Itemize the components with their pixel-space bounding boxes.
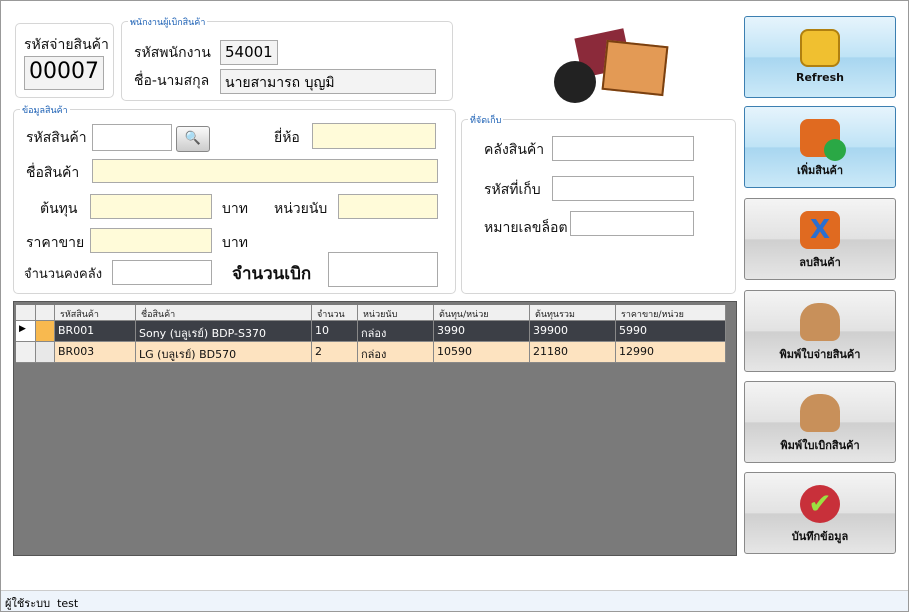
employee-name-label: ชื่อ-นามสกุล (134, 73, 210, 89)
save-button[interactable]: ✔ บันทึกข้อมูล (744, 472, 896, 554)
employee-name-field[interactable]: นายสามารถ บุญมิ (220, 69, 436, 94)
employee-id-label: รหัสพนักงาน (134, 45, 211, 61)
print-withdraw-button[interactable]: พิมพ์ใบเบิกสินค้า (744, 381, 896, 463)
button-label: พิมพ์ใบจ่ายสินค้า (779, 348, 861, 361)
issue-id-value: 00007 (24, 56, 104, 90)
withdraw-quantity-field[interactable] (328, 252, 438, 287)
items-grid[interactable]: รหัสสินค้า ชื่อสินค้า จำนวน หน่วยนับ ต้น… (13, 301, 737, 556)
add-product-button[interactable]: เพิ่มสินค้า (744, 106, 896, 188)
button-label: เพิ่มสินค้า (796, 164, 844, 177)
button-label: พิมพ์ใบเบิกสินค้า (780, 439, 860, 452)
warehouse-field[interactable] (552, 136, 694, 161)
col-header[interactable]: ต้นทุนรวม (530, 305, 616, 321)
table-row[interactable]: BR003 LG (บลูเรย์) BD570 2 กล่อง 10590 2… (16, 342, 726, 363)
product-group-title: ข้อมูลสินค้า (20, 103, 70, 117)
cell[interactable]: กล่อง (358, 342, 434, 363)
col-header[interactable]: รหัสสินค้า (55, 305, 136, 321)
cell[interactable]: 12990 (616, 342, 726, 363)
delete-folder-icon: X (800, 211, 840, 249)
check-icon: ✔ (800, 485, 840, 523)
warehouse-label: คลังสินค้า (484, 142, 545, 158)
location-label: รหัสที่เก็บ (484, 182, 541, 198)
button-label: บันทึกข้อมูล (791, 530, 849, 543)
issue-id-label: รหัสจ่ายสินค้า (24, 37, 109, 53)
withdraw-label: จำนวนเบิก (232, 264, 312, 284)
cell[interactable]: 5990 (616, 321, 726, 342)
search-button[interactable]: 🔍 (176, 126, 210, 152)
print-bag-icon (800, 303, 840, 341)
cell[interactable]: กล่อง (358, 321, 434, 342)
status-bar: ผู้ใช้ระบบ test (1, 590, 908, 611)
print-bag-icon (800, 394, 840, 432)
storage-group: ที่จัดเก็บ คลังสินค้า รหัสที่เก็บ หมายเล… (461, 113, 736, 294)
col-header[interactable]: ราคาขาย/หน่วย (616, 305, 726, 321)
cell[interactable]: 39900 (530, 321, 616, 342)
search-icon: 🔍 (184, 131, 202, 146)
add-folder-icon (800, 119, 846, 161)
button-label: ลบสินค้า (799, 256, 841, 269)
grid-header: รหัสสินค้า ชื่อสินค้า จำนวน หน่วยนับ ต้น… (16, 305, 726, 321)
employee-group: พนักงานผู้เบิกสินค้า รหัสพนักงาน 54001 ช… (121, 15, 453, 101)
price-unit-label: บาท (222, 235, 248, 251)
price-label: ราคาขาย (26, 235, 85, 251)
user-label: ผู้ใช้ระบบ (5, 597, 51, 610)
cell[interactable]: 21180 (530, 342, 616, 363)
lot-field[interactable] (570, 211, 694, 236)
cell[interactable]: LG (บลูเรย์) BD570 (136, 342, 312, 363)
brand-field[interactable] (312, 123, 436, 149)
product-code-label: รหัสสินค้า (26, 130, 87, 146)
col-header[interactable]: ต้นทุน/หน่วย (434, 305, 530, 321)
price-field[interactable] (90, 228, 212, 253)
row-selector-icon: ▶ (16, 321, 36, 342)
employee-id-field[interactable]: 54001 (220, 40, 278, 65)
product-name-field[interactable] (92, 159, 438, 183)
product-group: ข้อมูลสินค้า รหัสสินค้า 🔍 ยี่ห้อ ชื่อสิน… (13, 103, 456, 294)
location-field[interactable] (552, 176, 694, 201)
user-value: test (57, 597, 79, 610)
cost-label: ต้นทุน (40, 201, 78, 217)
col-header[interactable]: หน่วยนับ (358, 305, 434, 321)
product-code-field[interactable] (92, 124, 172, 151)
issue-id-box: รหัสจ่ายสินค้า 00007 (15, 23, 114, 98)
radiation-folder-icon (800, 29, 840, 67)
cell[interactable]: BR001 (55, 321, 136, 342)
cost-field[interactable] (90, 194, 212, 219)
stock-label: จำนวนคงคลัง (24, 267, 103, 282)
unit-label: หน่วยนับ (274, 201, 328, 217)
refresh-button[interactable]: Refresh (744, 16, 896, 98)
logo-boxes-image (546, 17, 676, 109)
storage-group-title: ที่จัดเก็บ (468, 113, 504, 127)
lot-label: หมายเลขล็อต (484, 220, 568, 236)
cell[interactable]: 10590 (434, 342, 530, 363)
col-header[interactable]: ชื่อสินค้า (136, 305, 312, 321)
cell[interactable]: Sony (บลูเรย์) BDP-S370 (136, 321, 312, 342)
col-header[interactable]: จำนวน (312, 305, 358, 321)
delete-product-button[interactable]: X ลบสินค้า (744, 198, 896, 280)
cell[interactable]: 2 (312, 342, 358, 363)
employee-group-title: พนักงานผู้เบิกสินค้า (128, 15, 208, 29)
table-row[interactable]: ▶ BR001 Sony (บลูเรย์) BDP-S370 10 กล่อง… (16, 321, 726, 342)
brand-label: ยี่ห้อ (274, 130, 300, 146)
cell[interactable]: 3990 (434, 321, 530, 342)
button-label: Refresh (796, 71, 844, 84)
unit-field[interactable] (338, 194, 438, 219)
product-name-label: ชื่อสินค้า (26, 165, 80, 181)
stock-field[interactable] (112, 260, 212, 285)
cell[interactable]: BR003 (55, 342, 136, 363)
cost-unit-label: บาท (222, 201, 248, 217)
print-issue-button[interactable]: พิมพ์ใบจ่ายสินค้า (744, 290, 896, 372)
cell[interactable]: 10 (312, 321, 358, 342)
